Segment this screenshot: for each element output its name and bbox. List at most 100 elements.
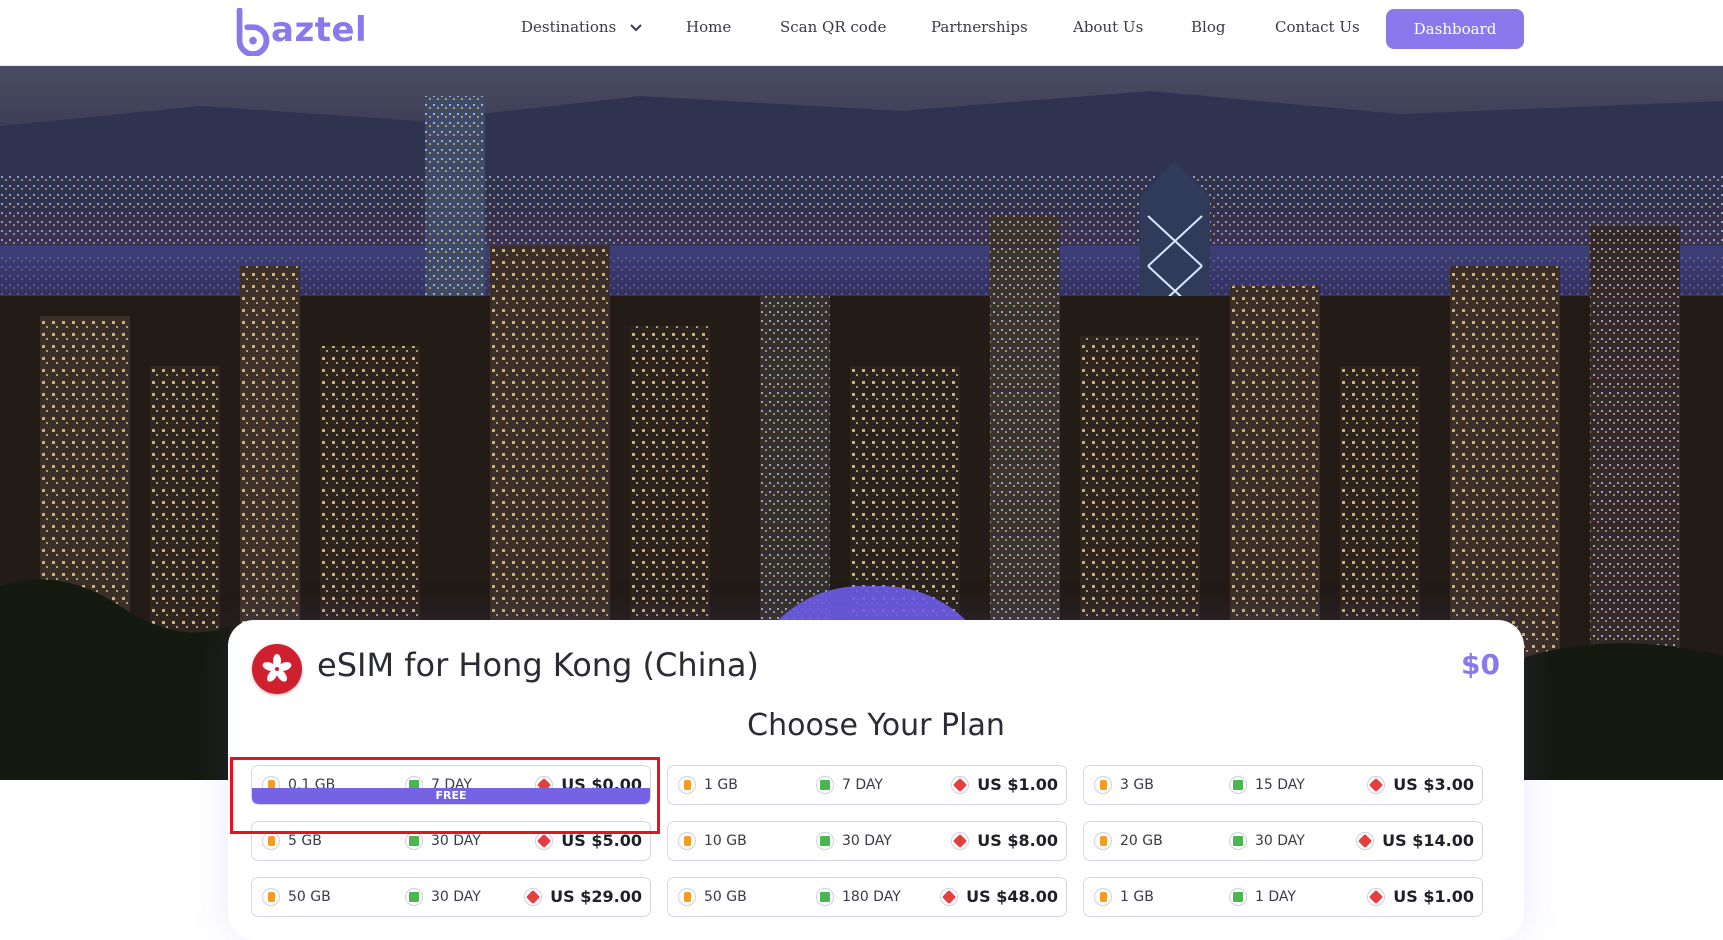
plan-price-label: US $8.00 (977, 831, 1058, 850)
plan-data-label: 10 GB (704, 833, 747, 849)
nav-scan-qr[interactable]: Scan QR code (780, 18, 886, 36)
nav-home[interactable]: Home (686, 18, 731, 36)
plan-price: US $14.00 (1356, 831, 1474, 850)
plan-duration: 180 DAY (816, 888, 901, 906)
nav-about-us[interactable]: About Us (1073, 18, 1143, 36)
plan-data-label: 3 GB (1120, 777, 1154, 793)
calendar-icon (1229, 832, 1247, 850)
plan-price: US $3.00 (1367, 775, 1474, 794)
calendar-icon (1229, 776, 1247, 794)
price-tag-icon (1367, 887, 1386, 906)
product-title: eSIM for Hong Kong (China) (317, 646, 759, 684)
plan-price-label: US $3.00 (1393, 775, 1474, 794)
data-icon (678, 776, 696, 794)
calendar-icon (1229, 888, 1247, 906)
plan-duration: 30 DAY (816, 832, 892, 850)
plan-data-label: 50 GB (288, 889, 331, 905)
plan-duration: 30 DAY (405, 832, 481, 850)
plan-data-label: 5 GB (288, 833, 322, 849)
plan-duration-label: 7 DAY (842, 777, 883, 793)
total-price: $0 (1461, 648, 1500, 681)
data-icon (1094, 832, 1112, 850)
price-tag-icon (1356, 831, 1375, 850)
plan-duration-label: 30 DAY (1255, 833, 1305, 849)
plan-duration-label: 1 DAY (1255, 889, 1296, 905)
choose-plan-heading: Choose Your Plan (747, 708, 1005, 743)
plan-price-label: US $14.00 (1382, 831, 1474, 850)
plan-duration-label: 30 DAY (842, 833, 892, 849)
plan-data-label: 1 GB (1120, 889, 1154, 905)
free-badge: FREE (252, 788, 650, 804)
plan-duration-label: 30 DAY (431, 889, 481, 905)
plan-option[interactable]: 0.1 GB 7 DAY US $0.00 FREE (251, 765, 651, 805)
brand-name: aztel (271, 10, 368, 50)
plan-data: 1 GB (678, 776, 738, 794)
price-tag-icon (1367, 775, 1386, 794)
data-icon (262, 888, 280, 906)
plan-price-label: US $5.00 (561, 831, 642, 850)
price-tag-icon (524, 887, 543, 906)
site-header: aztel Destinations Home Scan QR code Par… (0, 0, 1723, 66)
plan-duration: 30 DAY (405, 888, 481, 906)
price-tag-icon (535, 831, 554, 850)
plan-price: US $29.00 (524, 887, 642, 906)
calendar-icon (816, 832, 834, 850)
plan-price: US $1.00 (951, 775, 1058, 794)
data-icon (678, 832, 696, 850)
nav-destinations[interactable]: Destinations (521, 18, 644, 36)
plan-price-label: US $1.00 (977, 775, 1058, 794)
plan-duration-label: 30 DAY (431, 833, 481, 849)
plan-duration: 15 DAY (1229, 776, 1305, 794)
data-icon (1094, 776, 1112, 794)
esim-product-card: eSIM for Hong Kong (China) $0 Choose You… (228, 620, 1524, 940)
data-icon (678, 888, 696, 906)
plan-data-label: 1 GB (704, 777, 738, 793)
logo-mark-icon (236, 8, 270, 56)
brand-logo[interactable]: aztel (233, 6, 367, 58)
plan-data: 5 GB (262, 832, 322, 850)
dashboard-button[interactable]: Dashboard (1386, 9, 1524, 49)
hong-kong-flag-icon (252, 644, 302, 694)
plan-duration-label: 180 DAY (842, 889, 901, 905)
plan-option[interactable]: 50 GB 180 DAY US $48.00 (667, 877, 1067, 917)
plan-duration-label: 15 DAY (1255, 777, 1305, 793)
plan-option[interactable]: 3 GB 15 DAY US $3.00 (1083, 765, 1483, 805)
nav-contact-us[interactable]: Contact Us (1275, 18, 1360, 36)
nav-destinations-label: Destinations (521, 18, 617, 36)
plan-data: 20 GB (1094, 832, 1163, 850)
nav-blog[interactable]: Blog (1191, 18, 1225, 36)
plan-data: 10 GB (678, 832, 747, 850)
plan-data: 50 GB (262, 888, 331, 906)
bauhinia-icon (262, 654, 292, 682)
plan-price: US $8.00 (951, 831, 1058, 850)
plan-price: US $1.00 (1367, 887, 1474, 906)
plan-data-label: 20 GB (1120, 833, 1163, 849)
calendar-icon (405, 832, 423, 850)
plan-duration: 1 DAY (1229, 888, 1296, 906)
data-icon (1094, 888, 1112, 906)
price-tag-icon (951, 831, 970, 850)
plan-data-label: 50 GB (704, 889, 747, 905)
plan-price: US $48.00 (940, 887, 1058, 906)
plan-data: 50 GB (678, 888, 747, 906)
price-tag-icon (940, 887, 959, 906)
price-tag-icon (951, 775, 970, 794)
plan-price-label: US $29.00 (550, 887, 642, 906)
plan-price-label: US $1.00 (1393, 887, 1474, 906)
nav-partnerships[interactable]: Partnerships (931, 18, 1028, 36)
plan-price-label: US $48.00 (966, 887, 1058, 906)
plan-option[interactable]: 10 GB 30 DAY US $8.00 (667, 821, 1067, 861)
plan-option[interactable]: 20 GB 30 DAY US $14.00 (1083, 821, 1483, 861)
plan-duration: 7 DAY (816, 776, 883, 794)
plan-duration: 30 DAY (1229, 832, 1305, 850)
plan-option[interactable]: 1 GB 1 DAY US $1.00 (1083, 877, 1483, 917)
data-icon (262, 832, 280, 850)
plan-option[interactable]: 50 GB 30 DAY US $29.00 (251, 877, 651, 917)
plan-data: 1 GB (1094, 888, 1154, 906)
chevron-down-icon (630, 24, 642, 32)
plan-option[interactable]: 1 GB 7 DAY US $1.00 (667, 765, 1067, 805)
plan-data: 3 GB (1094, 776, 1154, 794)
calendar-icon (816, 776, 834, 794)
calendar-icon (405, 888, 423, 906)
plan-option[interactable]: 5 GB 30 DAY US $5.00 (251, 821, 651, 861)
